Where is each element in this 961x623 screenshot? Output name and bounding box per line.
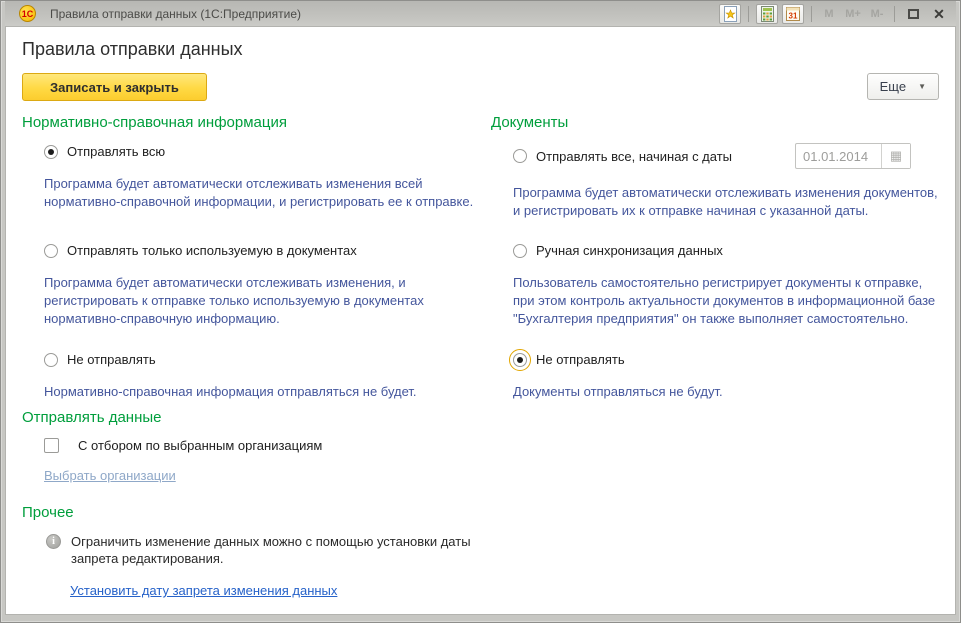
page-title: Правила отправки данных (22, 39, 939, 60)
set-restriction-date-link[interactable]: Установить дату запрета изменения данных (70, 583, 337, 598)
form-content: Правила отправки данных Записать и закры… (5, 26, 956, 615)
radio-label: Не отправлять (67, 351, 156, 368)
option-description: Программа будет автоматически отслеживат… (44, 175, 476, 211)
memory-m-plus-button: М+ (843, 8, 863, 20)
start-date-field[interactable]: 01.01.2014 ▦ (795, 143, 911, 169)
calendar-icon[interactable]: 31 (782, 4, 804, 24)
info-icon: i (46, 534, 61, 549)
window-title: Правила отправки данных (1С:Предприятие) (50, 7, 713, 21)
chevron-down-icon: ▼ (918, 82, 926, 91)
svg-text:31: 31 (789, 11, 798, 20)
send-data-section-heading: Отправлять данные (22, 409, 491, 427)
documents-section-heading: Документы (491, 114, 939, 132)
radio-button-icon[interactable] (513, 244, 527, 258)
radio-docs-manual-sync[interactable]: Ручная синхронизация данных (513, 242, 939, 259)
radio-docs-do-not-send[interactable]: Не отправлять (513, 351, 939, 368)
info-row: i Ограничить изменение данных можно с по… (46, 533, 491, 567)
titlebar-separator (748, 6, 749, 22)
calendar-picker-icon[interactable]: ▦ (881, 144, 910, 168)
titlebar-separator (894, 6, 895, 22)
close-icon: ✕ (933, 7, 945, 21)
option-description: Программа будет автоматически отслеживат… (513, 184, 939, 220)
1c-logo-icon: 1С (19, 5, 36, 22)
radio-button-icon[interactable] (44, 145, 58, 159)
close-button[interactable]: ✕ (928, 4, 950, 24)
radio-label: Не отправлять (536, 351, 625, 368)
radio-label: Отправлять только используемую в докумен… (67, 242, 357, 259)
option-description: Пользователь самостоятельно регистрирует… (513, 274, 939, 328)
nsi-column: Нормативно-справочная информация Отправл… (22, 114, 491, 600)
radio-label: Отправлять все, начиная с даты (536, 148, 732, 165)
radio-nsi-do-not-send[interactable]: Не отправлять (44, 351, 491, 368)
nsi-option-used-in-docs: Отправлять только используемую в докумен… (22, 242, 491, 351)
info-text: Ограничить изменение данных можно с помо… (71, 533, 491, 567)
radio-nsi-used-in-docs[interactable]: Отправлять только используемую в докумен… (44, 242, 491, 259)
titlebar-separator (811, 6, 812, 22)
maximize-icon (908, 9, 919, 19)
radio-label: Ручная синхронизация данных (536, 242, 723, 259)
titlebar-controls: 31 М М+ М- ✕ (719, 4, 950, 24)
calculator-icon[interactable] (756, 4, 778, 24)
nsi-section-heading: Нормативно-справочная информация (22, 114, 491, 132)
titlebar: 1С Правила отправки данных (1С:Предприят… (5, 1, 956, 26)
memory-m-minus-button: М- (867, 8, 887, 20)
maximize-button[interactable] (902, 4, 924, 24)
radio-button-icon[interactable] (44, 353, 58, 367)
docs-option-do-not-send: Не отправлять Документы отправляться не … (491, 351, 939, 401)
nsi-option-do-not-send: Не отправлять Нормативно-справочная инфо… (22, 351, 491, 401)
radio-button-icon[interactable] (513, 353, 527, 367)
radio-button-icon[interactable] (44, 244, 58, 258)
radio-button-icon[interactable] (513, 149, 527, 163)
filter-by-organizations-row[interactable]: С отбором по выбранным организациям (44, 438, 491, 453)
start-date-value[interactable]: 01.01.2014 (796, 144, 881, 168)
checkbox-icon[interactable] (44, 438, 59, 453)
more-button[interactable]: Еще ▼ (867, 73, 939, 100)
option-description: Программа будет автоматически отслеживат… (44, 274, 476, 328)
save-and-close-button[interactable]: Записать и закрыть (22, 73, 207, 101)
app-window: 1С Правила отправки данных (1С:Предприят… (0, 0, 961, 623)
option-description: Документы отправляться не будут. (513, 383, 939, 401)
other-section-heading: Прочее (22, 504, 491, 522)
checkbox-label: С отбором по выбранным организациям (78, 438, 322, 453)
documents-column: Документы Отправлять все, начиная с даты… (491, 114, 939, 409)
memory-m-button: М (819, 8, 839, 20)
docs-option-manual-sync: Ручная синхронизация данных Пользователь… (491, 242, 939, 351)
select-organizations-link[interactable]: Выбрать организации (44, 468, 176, 483)
radio-docs-send-from-date[interactable]: Отправлять все, начиная с даты 01.01.201… (513, 143, 911, 169)
radio-label: Отправлять всю (67, 143, 165, 160)
form-columns: Нормативно-справочная информация Отправл… (22, 114, 939, 600)
radio-nsi-send-all[interactable]: Отправлять всю (44, 143, 491, 160)
nsi-option-send-all: Отправлять всю Программа будет автоматич… (22, 143, 491, 242)
docs-option-send-all-from-date: Отправлять все, начиная с даты 01.01.201… (491, 143, 939, 242)
option-description: Нормативно-справочная информация отправл… (44, 383, 476, 401)
toolbar: Записать и закрыть Еще ▼ (22, 73, 939, 101)
favorites-page-icon[interactable] (719, 4, 741, 24)
more-button-label: Еще (880, 79, 906, 94)
